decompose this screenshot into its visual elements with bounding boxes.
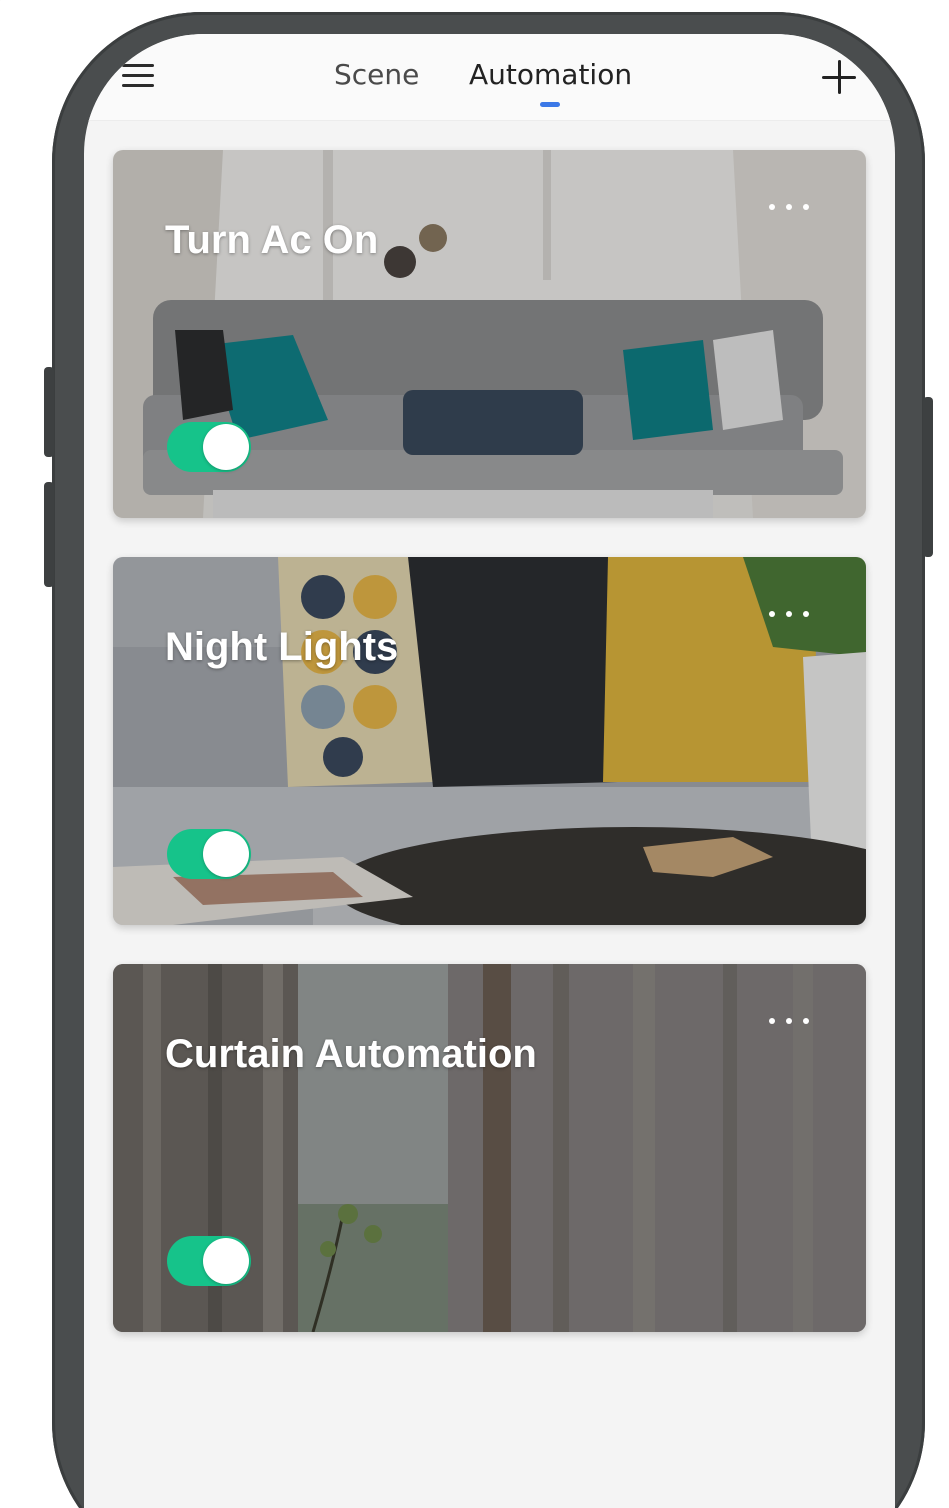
automation-title: Night Lights	[165, 625, 399, 669]
empty-list-area	[84, 1354, 895, 1508]
plus-icon[interactable]	[822, 60, 856, 94]
more-dots-icon[interactable]	[767, 202, 811, 212]
toggle-knob	[203, 424, 249, 470]
tab-automation[interactable]: Automation	[469, 58, 632, 91]
tab-scene[interactable]: Scene	[334, 58, 419, 91]
volume-up-button	[44, 367, 54, 457]
active-tab-indicator	[540, 102, 560, 107]
toggle-knob	[203, 1238, 249, 1284]
automation-title: Curtain Automation	[165, 1032, 537, 1076]
automation-card-curtain-automation[interactable]: Curtain Automation	[113, 964, 866, 1332]
automation-card-night-lights[interactable]: Night Lights	[113, 557, 866, 925]
app-screen: Scene Automation Turn Ac On Night Lights…	[84, 34, 895, 1508]
automation-toggle[interactable]	[167, 422, 251, 472]
hamburger-menu-icon[interactable]	[122, 62, 154, 90]
automation-card-turn-ac-on[interactable]: Turn Ac On	[113, 150, 866, 518]
more-dots-icon[interactable]	[767, 1016, 811, 1026]
automation-title: Turn Ac On	[165, 218, 379, 262]
automation-toggle[interactable]	[167, 829, 251, 879]
toggle-knob	[203, 831, 249, 877]
top-bar: Scene Automation	[84, 34, 895, 121]
power-button	[923, 397, 933, 557]
more-dots-icon[interactable]	[767, 609, 811, 619]
volume-down-button	[44, 482, 54, 587]
page-background: Scene Automation Turn Ac On Night Lights…	[0, 0, 949, 1508]
automation-toggle[interactable]	[167, 1236, 251, 1286]
